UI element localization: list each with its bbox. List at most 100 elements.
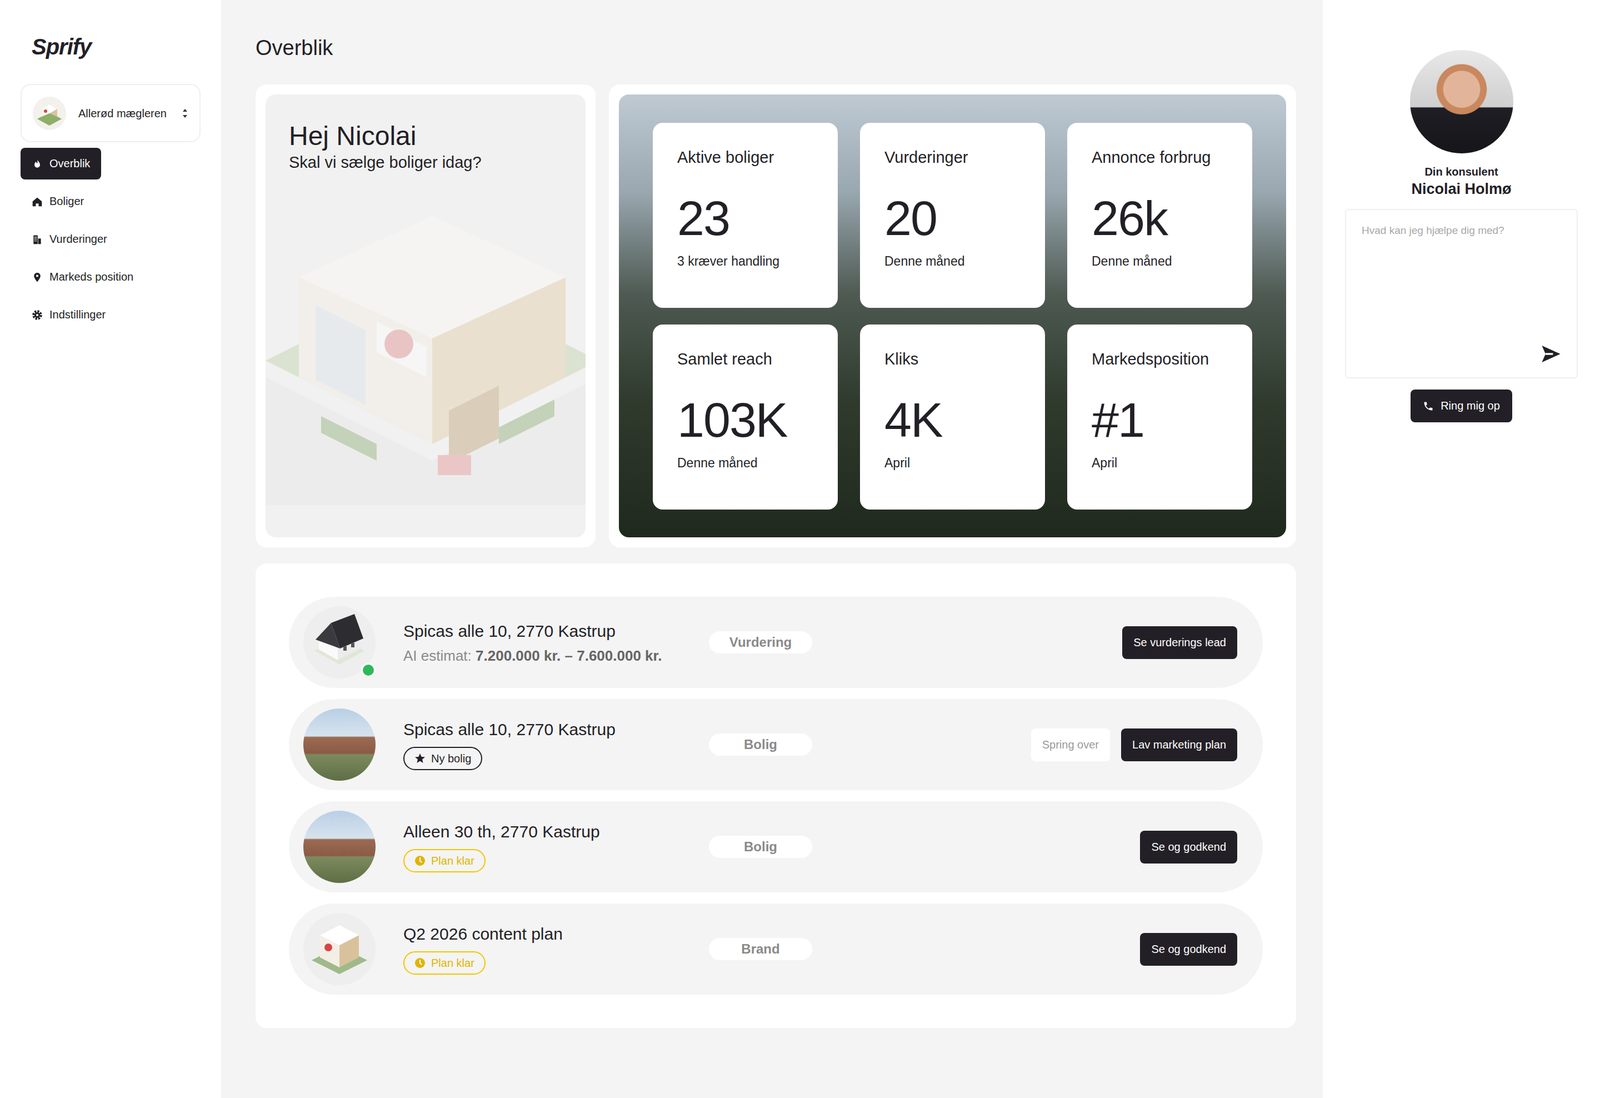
- task-thumbnail: [303, 708, 376, 781]
- call-button[interactable]: Ring mig op: [1410, 389, 1513, 423]
- sidebar-item-label: Vurderinger: [49, 232, 108, 246]
- task-actions: Se vurderings lead: [812, 626, 1238, 659]
- stat-tile[interactable]: Annonce forbrug 26k Denne måned: [1067, 122, 1253, 308]
- stat-value: #1: [1091, 392, 1230, 448]
- task-thumbnail: [303, 810, 376, 883]
- house-photo: Aktive boliger 23 3 kræver handlingVurde…: [618, 94, 1287, 538]
- task-title: Spicas alle 10, 2770 Kastrup: [403, 620, 616, 642]
- task-tag: Brand: [708, 937, 813, 960]
- house-photo: [303, 810, 376, 883]
- task-text: Q2 2026 content plan Plan klar: [403, 923, 706, 975]
- stat-value: 26k: [1091, 190, 1230, 247]
- task-badge: Plan klar: [403, 848, 486, 873]
- account-name: Allerød mægleren: [78, 106, 170, 121]
- pin-icon: [31, 271, 43, 283]
- sidebar-item-label: Markeds position: [49, 270, 134, 284]
- task-actions: Se og godkend: [812, 830, 1238, 864]
- task-list: Spicas alle 10, 2770 Kastrup AI estimat:…: [255, 563, 1297, 1028]
- message-input[interactable]: [1346, 210, 1577, 378]
- logo[interactable]: Sprify: [31, 34, 201, 60]
- stat-value: 103K: [677, 392, 816, 448]
- task-text: Spicas alle 10, 2770 Kastrup AI estimat:…: [403, 620, 706, 665]
- task-button[interactable]: Lav marketing plan: [1121, 728, 1238, 762]
- message-box: [1345, 208, 1578, 379]
- stat-note: 3 kræver handling: [677, 253, 816, 269]
- task-actions: Se og godkend: [812, 932, 1238, 966]
- stat-label: Vurderinger: [884, 147, 1023, 188]
- greeting-subtitle: Skal vi sælge boliger idag?: [288, 153, 563, 172]
- stat-label: Markedsposition: [1091, 348, 1230, 389]
- task-title: Q2 2026 content plan: [403, 923, 563, 945]
- consultant-panel: Din konsulent Nicolai Holmø Ring mig op: [1322, 0, 1600, 1098]
- sidebar-item[interactable]: Boliger: [20, 185, 95, 218]
- house-photo: [303, 708, 376, 781]
- status-dot: [361, 662, 376, 678]
- task-button[interactable]: Se og godkend: [1140, 932, 1238, 966]
- task-estimate: AI estimat: 7.200.000 kr. – 7.600.000 kr…: [403, 647, 663, 665]
- stat-label: Annonce forbrug: [1091, 147, 1230, 188]
- stat-tile[interactable]: Aktive boliger 23 3 kræver handling: [652, 122, 838, 308]
- account-switcher[interactable]: Allerød mægleren: [20, 83, 201, 143]
- stats-grid: Aktive boliger 23 3 kræver handlingVurde…: [652, 122, 1253, 510]
- sidebar-item[interactable]: Indstillinger: [20, 298, 117, 331]
- task-text: Spicas alle 10, 2770 Kastrup Ny bolig: [403, 718, 706, 770]
- clock-icon: [414, 855, 426, 867]
- gear-icon: [31, 309, 43, 321]
- office-icon: [32, 96, 67, 130]
- task-tag: Bolig: [708, 835, 813, 858]
- office-illustration: [265, 193, 586, 505]
- task-button[interactable]: Se vurderings lead: [1122, 626, 1238, 659]
- task-title: Spicas alle 10, 2770 Kastrup: [403, 718, 616, 740]
- stat-note: Denne måned: [884, 253, 1023, 269]
- flame-icon: [31, 158, 43, 170]
- sidebar-item[interactable]: Markeds position: [20, 261, 145, 293]
- task-badge: Ny bolig: [403, 746, 483, 770]
- consultant-name: Nicolai Holmø: [1411, 180, 1512, 198]
- sidebar-item[interactable]: Vurderinger: [20, 223, 119, 255]
- stat-label: Kliks: [884, 348, 1023, 389]
- greeting-card: Hej Nicolai Skal vi sælge boliger idag?: [255, 84, 596, 548]
- office-icon: [303, 912, 376, 985]
- stat-label: Aktive boliger: [677, 147, 816, 188]
- stat-note: April: [1091, 455, 1230, 471]
- clock-icon: [414, 957, 426, 969]
- stat-tile[interactable]: Samlet reach 103K Denne måned: [652, 324, 838, 510]
- task-button[interactable]: Spring over: [1031, 728, 1110, 762]
- sidebar-item[interactable]: Overblik: [20, 147, 102, 180]
- send-icon[interactable]: [1540, 342, 1563, 365]
- phone-icon: [1422, 400, 1434, 412]
- stat-tile[interactable]: Kliks 4K April: [860, 324, 1045, 510]
- greeting-title: Hej Nicolai: [288, 121, 563, 152]
- sidebar: Sprify Allerød mægleren Overblik Boliger…: [0, 0, 222, 1098]
- stat-tile[interactable]: Vurderinger 20 Denne måned: [860, 122, 1045, 308]
- task-thumbnail: [303, 912, 376, 985]
- task-text: Alleen 30 th, 2770 Kastrup Plan klar: [403, 821, 706, 873]
- sidebar-item-label: Indstillinger: [49, 308, 106, 322]
- stat-note: April: [884, 455, 1023, 471]
- sidebar-item-label: Boliger: [49, 195, 84, 208]
- task-tag: Vurdering: [708, 631, 813, 654]
- page-title: Overblik: [255, 35, 1297, 60]
- task-tag: Bolig: [708, 733, 813, 756]
- main-content: Overblik Hej Nicolai Skal vi sælge bolig…: [221, 0, 1323, 1098]
- greeting-panel: Hej Nicolai Skal vi sælge boliger idag?: [265, 94, 586, 538]
- chevrons-icon: [181, 107, 189, 119]
- top-row: Hej Nicolai Skal vi sælge boliger idag? …: [255, 84, 1297, 548]
- stat-label: Samlet reach: [677, 348, 816, 389]
- stat-tile[interactable]: Markedsposition #1 April: [1067, 324, 1253, 510]
- task-thumbnail: [303, 606, 376, 679]
- consultant-caption: Din konsulent: [1424, 165, 1498, 179]
- consultant-photo: [1410, 50, 1514, 154]
- stat-value: 20: [884, 190, 1023, 247]
- task-title: Alleen 30 th, 2770 Kastrup: [403, 821, 600, 843]
- stat-value: 4K: [884, 392, 1023, 448]
- task-button[interactable]: Se og godkend: [1140, 830, 1238, 864]
- sidebar-nav: Overblik Boliger Vurderinger Markeds pos…: [20, 147, 201, 331]
- stat-value: 23: [677, 190, 816, 247]
- stats-card: Aktive boliger 23 3 kræver handlingVurde…: [608, 84, 1297, 548]
- task-row: Spicas alle 10, 2770 Kastrup Ny bolig Bo…: [288, 698, 1263, 790]
- stat-note: Denne måned: [1091, 253, 1230, 269]
- sidebar-item-label: Overblik: [49, 157, 90, 170]
- task-row: Q2 2026 content plan Plan klar Brand Se …: [288, 903, 1263, 995]
- stat-note: Denne måned: [677, 455, 816, 471]
